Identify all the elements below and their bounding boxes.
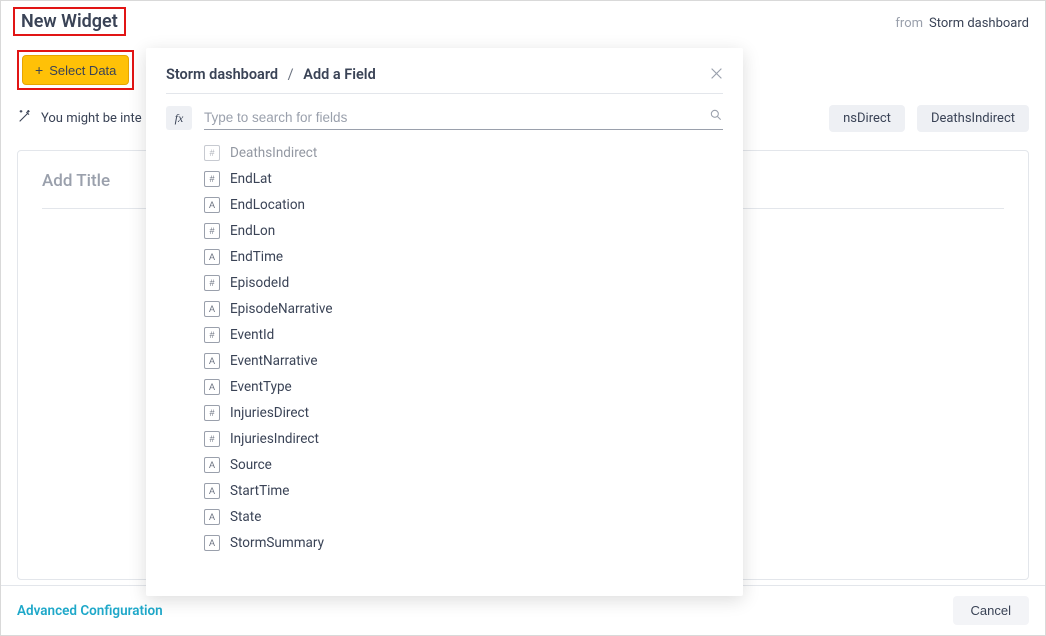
- text-type-icon: A: [204, 249, 220, 265]
- select-data-button[interactable]: + Select Data: [22, 55, 129, 85]
- header: New Widget from Storm dashboard: [1, 1, 1045, 40]
- text-type-icon: A: [204, 353, 220, 369]
- page-root: New Widget from Storm dashboard + Select…: [0, 0, 1046, 636]
- field-item[interactable]: # EndLat: [204, 166, 743, 192]
- field-name-label: EndLat: [230, 171, 272, 187]
- page-title: New Widget: [21, 11, 118, 32]
- text-type-icon: A: [204, 197, 220, 213]
- from-label: from: [895, 16, 923, 31]
- field-name-label: EpisodeId: [230, 275, 289, 291]
- field-name-label: EventType: [230, 379, 292, 395]
- number-type-icon: #: [204, 223, 220, 239]
- field-item[interactable]: A StormSummary: [204, 530, 743, 556]
- field-item[interactable]: A EventNarrative: [204, 348, 743, 374]
- field-name-label: StartTime: [230, 483, 289, 499]
- breadcrumb-leaf: Add a Field: [303, 66, 375, 83]
- number-type-icon: #: [204, 327, 220, 343]
- field-item[interactable]: A EventType: [204, 374, 743, 400]
- search-icon: [709, 108, 723, 126]
- field-item[interactable]: # EndLon: [204, 218, 743, 244]
- field-name-label: EndLocation: [230, 197, 305, 213]
- field-item[interactable]: A EndTime: [204, 244, 743, 270]
- field-item[interactable]: # EventId: [204, 322, 743, 348]
- number-type-icon: #: [204, 431, 220, 447]
- title-highlight-box: New Widget: [13, 7, 126, 36]
- field-name-label: Source: [230, 457, 272, 473]
- search-row: fx: [146, 94, 743, 134]
- close-icon[interactable]: [710, 67, 723, 83]
- field-item[interactable]: A Source: [204, 452, 743, 478]
- field-name-label: EndLon: [230, 223, 275, 239]
- suggestion-chips: nsDirect DeathsIndirect: [829, 105, 1029, 132]
- select-data-highlight-box: + Select Data: [17, 50, 134, 90]
- text-type-icon: A: [204, 535, 220, 551]
- field-item[interactable]: # EpisodeId: [204, 270, 743, 296]
- field-list[interactable]: # DeathsIndirect # EndLat A EndLocation # EndLo…: [146, 134, 743, 596]
- text-type-icon: A: [204, 457, 220, 473]
- field-name-label: State: [230, 509, 261, 525]
- field-name-label: EndTime: [230, 249, 283, 265]
- plus-icon: +: [35, 62, 43, 78]
- field-item[interactable]: A StartTime: [204, 478, 743, 504]
- field-name-label: EventNarrative: [230, 353, 318, 369]
- field-name-label: StormSummary: [230, 535, 324, 551]
- text-type-icon: A: [204, 379, 220, 395]
- field-item[interactable]: # InjuriesIndirect: [204, 426, 743, 452]
- chip-deathsindirect[interactable]: DeathsIndirect: [917, 105, 1029, 132]
- popover-header: Storm dashboard / Add a Field: [146, 48, 743, 93]
- number-type-icon: #: [204, 171, 220, 187]
- field-item[interactable]: # DeathsIndirect: [204, 140, 743, 166]
- text-type-icon: A: [204, 509, 220, 525]
- chip-nsdirect[interactable]: nsDirect: [829, 105, 905, 132]
- text-type-icon: A: [204, 301, 220, 317]
- search-input[interactable]: [204, 106, 709, 127]
- breadcrumb-root[interactable]: Storm dashboard: [166, 66, 278, 83]
- field-name-label: InjuriesDirect: [230, 405, 309, 421]
- field-name-label: EpisodeNarrative: [230, 301, 333, 317]
- breadcrumb: Storm dashboard / Add a Field: [166, 66, 376, 83]
- number-type-icon: #: [204, 145, 220, 161]
- search-input-wrap: [204, 106, 723, 130]
- field-name-label: DeathsIndirect: [230, 145, 317, 161]
- field-name-label: EventId: [230, 327, 274, 343]
- number-type-icon: #: [204, 275, 220, 291]
- magic-wand-icon: [17, 108, 33, 128]
- field-item[interactable]: A EndLocation: [204, 192, 743, 218]
- breadcrumb-separator: /: [288, 66, 294, 83]
- from-dashboard-name: Storm dashboard: [929, 16, 1029, 31]
- fx-button[interactable]: fx: [166, 106, 192, 130]
- text-type-icon: A: [204, 483, 220, 499]
- field-item[interactable]: A EpisodeNarrative: [204, 296, 743, 322]
- number-type-icon: #: [204, 405, 220, 421]
- advanced-configuration-link[interactable]: Advanced Configuration: [17, 603, 163, 619]
- suggestion-text: You might be inte: [41, 111, 142, 126]
- add-field-popover: Storm dashboard / Add a Field fx # Deaths…: [146, 48, 743, 596]
- select-data-label: Select Data: [49, 63, 116, 78]
- field-item[interactable]: # InjuriesDirect: [204, 400, 743, 426]
- cancel-button[interactable]: Cancel: [953, 596, 1029, 625]
- field-name-label: InjuriesIndirect: [230, 431, 319, 447]
- field-item[interactable]: A State: [204, 504, 743, 530]
